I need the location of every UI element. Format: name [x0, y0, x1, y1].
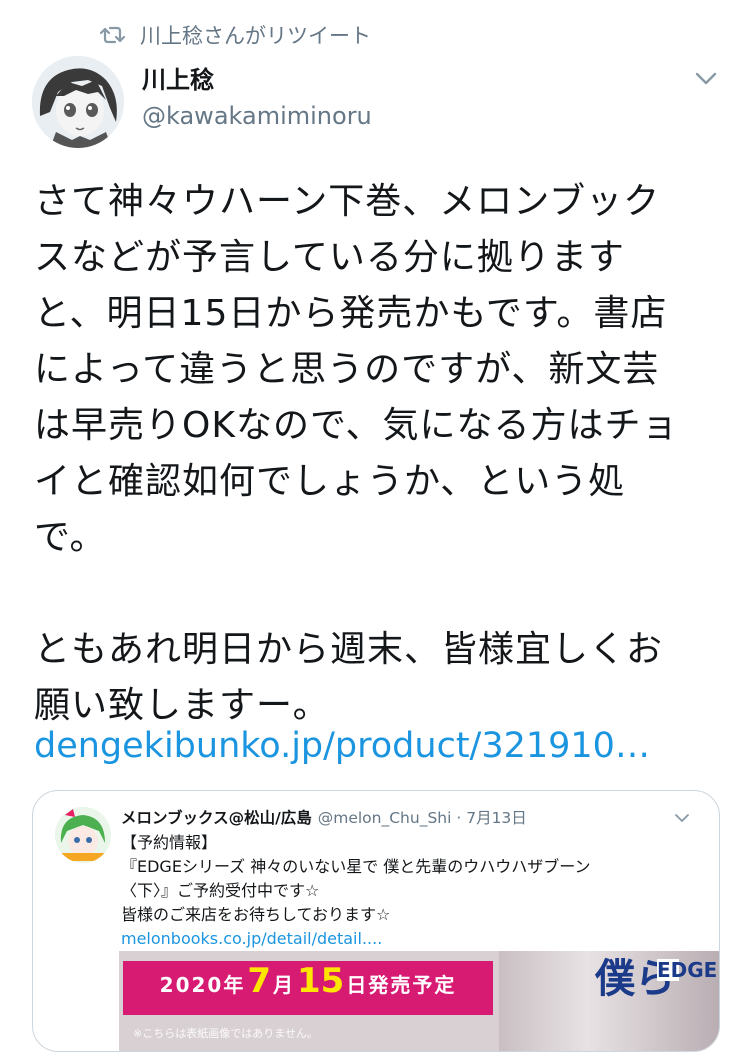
- avatar[interactable]: [32, 56, 124, 148]
- tweet-line: によって違うと思うのですが、新文芸: [34, 349, 660, 390]
- release-date-banner: 2020年 7 月 15 日発売予定: [123, 961, 493, 1015]
- author-block[interactable]: 川上稔 @kawakamiminoru: [142, 64, 372, 134]
- quoted-line: 『EDGEシリーズ 神々のいない星で 僕と先輩のウハウハザブーン: [121, 857, 591, 876]
- author-name[interactable]: 川上稔: [142, 64, 372, 96]
- quoted-tweet-card[interactable]: メロンブックス@松山/広島 @melon_Chu_Shi · 7月13日 【予約情…: [32, 790, 720, 1052]
- quoted-line: 【予約情報】: [121, 833, 218, 852]
- banner-year: 2020年: [159, 973, 246, 997]
- banner-day: 15: [297, 961, 345, 1001]
- cover-series: EDGE: [657, 959, 717, 981]
- tweet-line: と、明日15日から発売かもです。書店: [34, 293, 668, 334]
- tweet-line: スなどが予言している分に拠ります: [34, 237, 625, 278]
- banner-month-unit: 月: [273, 973, 295, 997]
- retweet-icon: [100, 26, 126, 44]
- author-handle[interactable]: @kawakamiminoru: [142, 98, 372, 134]
- quoted-header: メロンブックス@松山/広島 @melon_Chu_Shi · 7月13日: [121, 805, 527, 831]
- retweet-context[interactable]: 川上稔さんがリツイート: [100, 20, 371, 50]
- tweet-text: さて神々ウハーン下巻、メロンブック スなどが予言している分に拠ります と、明日1…: [34, 174, 724, 734]
- quoted-media-image[interactable]: 2020年 7 月 15 日発売予定 ※こちらは表紙画像ではありません。 僕ら …: [119, 951, 719, 1051]
- tweet-line: ともあれ明日から週末、皆様宜しくお: [34, 629, 664, 670]
- banner-month: 7: [247, 961, 271, 1001]
- tweet-line: イと確認如何でしょうか、という処: [34, 461, 626, 502]
- banner-day-unit: 日発売予定: [346, 973, 457, 997]
- chevron-down-icon[interactable]: [673, 809, 691, 827]
- quoted-line: 皆様のご来店をお待ちしております☆: [121, 905, 391, 924]
- tweet-line: は早売りOKなので、気になる方はチョ: [34, 405, 679, 446]
- tweet-line: で。: [34, 517, 107, 558]
- quoted-line: 〈下〉』ご予約受付中です☆: [121, 881, 320, 900]
- quoted-meta: @melon_Chu_Shi · 7月13日: [317, 809, 527, 827]
- retweet-label: 川上稔さんがリツイート: [140, 24, 371, 48]
- tweet-line: さて神々ウハーン下巻、メロンブック: [34, 181, 661, 222]
- quoted-text: 【予約情報】 『EDGEシリーズ 神々のいない星で 僕と先輩のウハウハザブーン …: [121, 831, 591, 927]
- quoted-link[interactable]: melonbooks.co.jp/detail/detail....: [121, 927, 382, 951]
- quoted-avatar[interactable]: [55, 807, 111, 863]
- mascot-avatar-icon: [55, 807, 111, 863]
- anime-avatar-icon: [32, 56, 124, 148]
- image-note: ※こちらは表紙画像ではありません。: [133, 1027, 318, 1040]
- tweet-link[interactable]: dengekibunko.jp/product/321910…: [34, 720, 650, 772]
- chevron-down-icon[interactable]: [692, 64, 720, 92]
- quoted-author-name[interactable]: メロンブックス@松山/広島: [121, 809, 312, 827]
